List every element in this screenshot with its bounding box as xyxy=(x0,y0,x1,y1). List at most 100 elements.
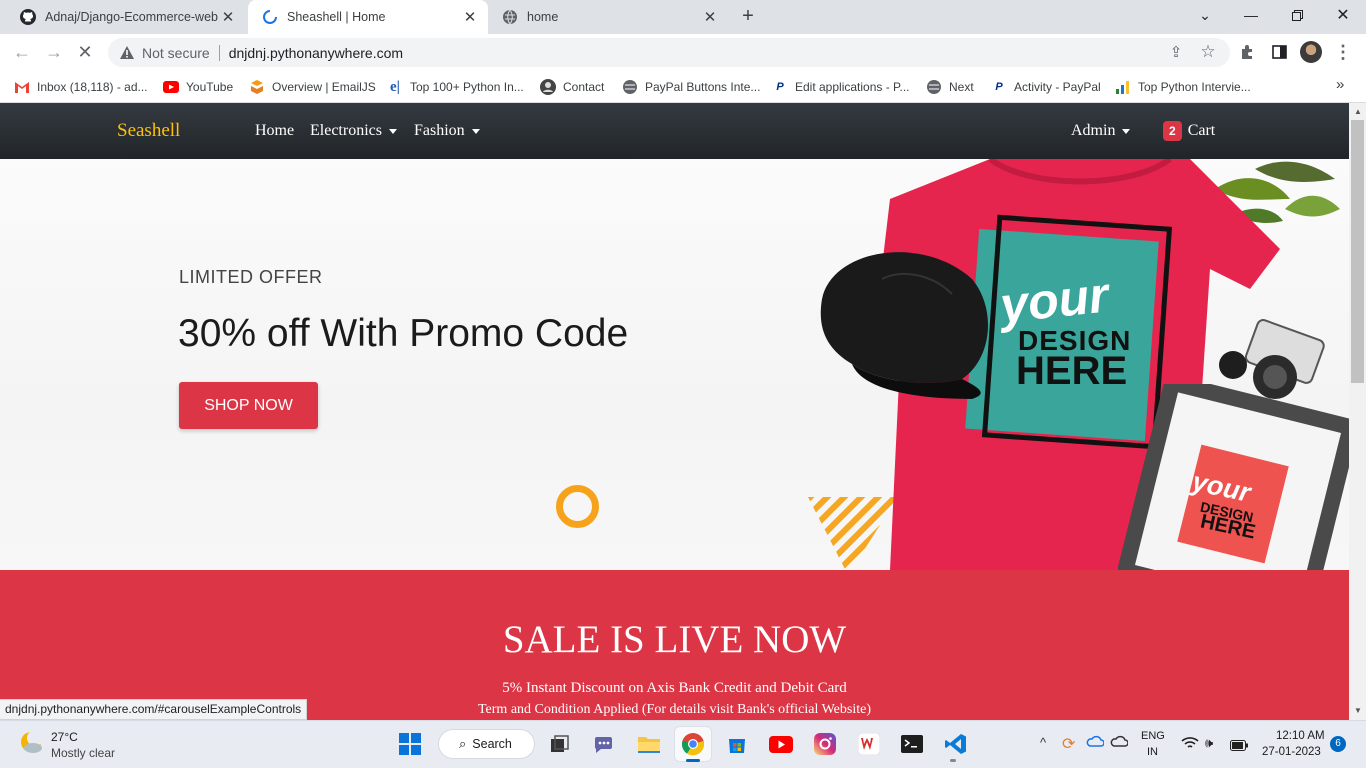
site-brand[interactable]: Seashell xyxy=(117,103,180,159)
browser-tab-github[interactable]: Adnaj/Django-Ecommerce-website ✕ xyxy=(6,0,246,34)
onedrive-cloud-icon[interactable] xyxy=(1086,734,1105,753)
weather-desc[interactable]: Mostly clear xyxy=(51,746,115,760)
close-tab-icon[interactable]: ✕ xyxy=(218,8,238,26)
browser-tab-seashell[interactable]: Sheashell | Home ✕ xyxy=(248,0,488,34)
clock-date[interactable]: 27-01-2023 xyxy=(1262,746,1321,758)
nav-admin-dropdown[interactable]: Admin xyxy=(1071,103,1131,159)
bookmark-inbox[interactable]: Inbox (18,118) - ad... xyxy=(14,76,148,98)
bookmark-python-interview[interactable]: e| Top 100+ Python In... xyxy=(387,76,524,98)
share-icon[interactable]: ⇪ xyxy=(1163,39,1189,65)
battery-icon[interactable] xyxy=(1230,738,1248,756)
language-region[interactable]: IN xyxy=(1147,746,1158,758)
tab-title: Adnaj/Django-Ecommerce-website xyxy=(45,10,218,24)
clock-time[interactable]: 12:10 AM xyxy=(1276,730,1325,742)
bookmark-label: Activity - PayPal xyxy=(1014,80,1101,94)
contact-icon xyxy=(540,79,556,95)
terminal-icon[interactable] xyxy=(894,727,930,761)
bookmark-contact[interactable]: Contact xyxy=(540,76,604,98)
tab-title: Sheashell | Home xyxy=(287,10,386,24)
cloud-icon[interactable] xyxy=(1110,734,1129,753)
globe-icon xyxy=(502,9,518,25)
windows-start-icon[interactable] xyxy=(392,727,428,761)
teams-chat-icon[interactable] xyxy=(586,727,622,761)
cart-label: Cart xyxy=(1187,122,1216,139)
instagram-icon[interactable] xyxy=(807,727,843,761)
url-text[interactable]: dnjdnj.pythonanywhere.com xyxy=(229,45,403,61)
close-window-icon[interactable]: ✕ xyxy=(1320,0,1366,30)
minimize-icon[interactable]: — xyxy=(1228,0,1274,30)
nav-electronics-label: Electronics xyxy=(310,122,382,139)
chrome-taskbar-icon[interactable] xyxy=(675,727,711,761)
nav-cart[interactable]: 2 Cart xyxy=(1163,103,1215,159)
tab-search-chevron-icon[interactable]: ⌄ xyxy=(1182,0,1228,30)
file-explorer-icon[interactable] xyxy=(631,727,667,761)
bookmark-label: YouTube xyxy=(186,80,234,94)
bookmark-emailjs[interactable]: Overview | EmailJS xyxy=(249,76,376,98)
new-tab-button[interactable]: + xyxy=(737,5,759,27)
bookmarks-overflow-button[interactable]: » xyxy=(1336,76,1344,93)
bookmark-label: Overview | EmailJS xyxy=(272,80,376,94)
hero-carousel[interactable]: LIMITED OFFER 30% off With Promo Code SH… xyxy=(0,159,1349,570)
bookmark-activity-paypal[interactable]: P Activity - PayPal xyxy=(991,76,1101,98)
nav-home[interactable]: Home xyxy=(255,103,294,159)
nav-fashion-dropdown[interactable]: Fashion xyxy=(414,103,480,159)
paypal-icon: P xyxy=(776,81,784,93)
globe-icon xyxy=(926,79,942,95)
youtube-icon xyxy=(163,79,179,95)
bookmark-next[interactable]: Next xyxy=(926,76,974,98)
kebab-menu-icon[interactable]: ⋮ xyxy=(1330,39,1356,65)
bookmark-edit-applications[interactable]: P Edit applications - P... xyxy=(772,76,910,98)
close-tab-icon[interactable]: ✕ xyxy=(700,8,720,26)
youtube-taskbar-icon[interactable] xyxy=(763,727,799,761)
stop-loading-icon[interactable]: ✕ xyxy=(72,39,98,65)
vscode-icon[interactable] xyxy=(938,727,974,761)
black-cap-image xyxy=(820,252,989,399)
loading-spinner-icon xyxy=(262,9,278,25)
scroll-up-icon[interactable]: ▲ xyxy=(1354,107,1362,116)
task-view-icon[interactable] xyxy=(542,727,578,761)
scroll-thumb[interactable] xyxy=(1351,120,1364,383)
side-panel-icon[interactable] xyxy=(1266,39,1292,65)
running-app-indicator xyxy=(950,759,956,762)
sale-banner: SALE IS LIVE NOW 5% Instant Discount on … xyxy=(0,570,1349,720)
wifi-icon[interactable] xyxy=(1181,736,1199,755)
browser-tab-home[interactable]: home ✕ xyxy=(488,0,728,34)
bookmark-label: Top 100+ Python In... xyxy=(410,80,524,94)
maximize-icon[interactable] xyxy=(1274,0,1320,30)
profile-avatar[interactable] xyxy=(1300,41,1322,63)
page-scrollbar[interactable]: ▲ ▼ xyxy=(1349,103,1366,720)
bookmark-label: Edit applications - P... xyxy=(795,80,910,94)
bookmark-paypal-buttons[interactable]: PayPal Buttons Inte... xyxy=(622,76,760,98)
microsoft-store-icon[interactable] xyxy=(719,727,755,761)
sale-line-1: 5% Instant Discount on Axis Bank Credit … xyxy=(502,680,847,696)
tray-overflow-chevron-icon[interactable]: ^ xyxy=(1040,735,1046,750)
nav-electronics-dropdown[interactable]: Electronics xyxy=(310,103,397,159)
sync-icon[interactable]: ⟳ xyxy=(1062,734,1075,754)
volume-icon[interactable]: 🕪 xyxy=(1205,735,1213,751)
language-code[interactable]: ENG xyxy=(1141,730,1165,742)
bookmark-label: Top Python Intervie... xyxy=(1138,80,1251,94)
security-label[interactable]: Not secure xyxy=(142,45,210,61)
active-app-indicator xyxy=(686,759,700,762)
bookmark-youtube[interactable]: YouTube xyxy=(163,76,233,98)
bookmark-star-icon[interactable]: ☆ xyxy=(1195,39,1221,65)
paypal-icon: P xyxy=(995,81,1003,93)
extensions-icon[interactable] xyxy=(1234,39,1260,65)
bookmark-top-python[interactable]: Top Python Intervie... xyxy=(1115,76,1251,98)
weather-moon-icon[interactable] xyxy=(18,729,44,755)
forward-arrow-icon[interactable]: → xyxy=(41,39,67,65)
taskbar-search-box[interactable]: ⌕ Search xyxy=(438,729,535,759)
weather-temp[interactable]: 27°C xyxy=(51,730,78,744)
orange-ring-decoration xyxy=(556,485,599,528)
hero-headline: 30% off With Promo Code xyxy=(178,312,629,355)
notification-count-badge[interactable]: 6 xyxy=(1330,736,1346,752)
edureka-icon: e| xyxy=(390,78,400,95)
back-arrow-icon[interactable]: ← xyxy=(9,39,35,65)
chart-icon xyxy=(1115,79,1131,95)
bookmark-label: Next xyxy=(949,80,974,94)
address-bar[interactable]: Not secure dnjdnj.pythonanywhere.com xyxy=(108,38,1230,67)
close-tab-icon[interactable]: ✕ xyxy=(460,8,480,26)
scroll-down-icon[interactable]: ▼ xyxy=(1354,706,1362,715)
shop-now-button[interactable]: SHOP NOW xyxy=(179,382,318,429)
wps-office-icon[interactable] xyxy=(851,727,887,761)
